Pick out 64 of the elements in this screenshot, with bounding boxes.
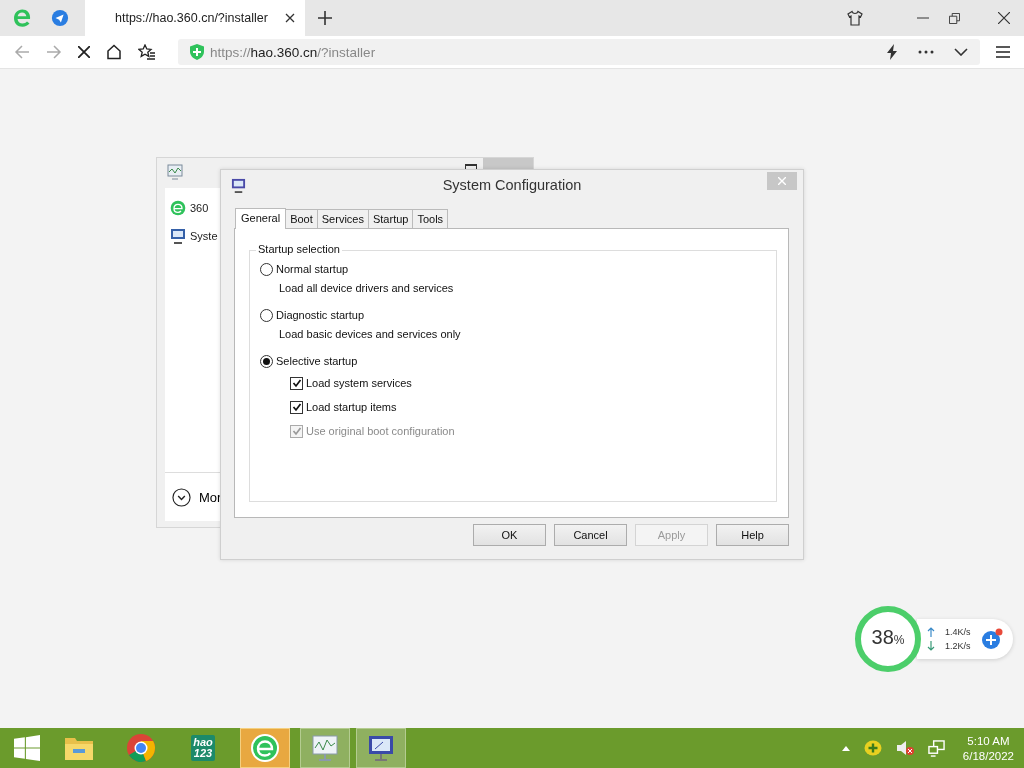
process-name[interactable]: Syste: [190, 230, 218, 242]
shirt-icon[interactable]: [847, 10, 863, 26]
browser-tab[interactable]: https://hao.360.cn/?installer: [85, 0, 305, 36]
expand-icon[interactable]: [172, 487, 191, 507]
address-bar[interactable]: https://hao.360.cn/?installer: [178, 39, 980, 65]
option-description: Load all device drivers and services: [278, 281, 455, 296]
favorites-icon[interactable]: [138, 44, 156, 60]
upload-speed: 1.4K/s: [945, 627, 971, 637]
show-hidden-icons-icon[interactable]: [841, 745, 850, 751]
radio-label[interactable]: Diagnostic startup: [276, 309, 365, 321]
browser-logo-icon: [170, 200, 186, 216]
dialog-button[interactable]: OK: [473, 524, 546, 546]
tab[interactable]: Startup: [367, 209, 414, 228]
checkbox-label[interactable]: Load startup items: [306, 401, 397, 413]
radio-label[interactable]: Selective startup: [276, 355, 358, 367]
radio-button[interactable]: [260, 354, 273, 368]
checkbox-label[interactable]: Load system services: [306, 377, 412, 389]
dialog-button[interactable]: Cancel: [554, 524, 627, 546]
close-icon: [778, 177, 786, 185]
radio-button[interactable]: [260, 308, 273, 322]
close-icon[interactable]: [998, 12, 1010, 24]
chrome-icon: [126, 733, 156, 763]
group-label: Startup selection: [256, 243, 342, 255]
browser-logo-icon: [250, 733, 280, 763]
window-title: System Configuration: [442, 177, 582, 193]
lightning-icon[interactable]: [886, 44, 898, 60]
start-icon[interactable]: [14, 735, 40, 761]
more-details-link[interactable]: Mor: [199, 489, 222, 505]
tab[interactable]: Tools: [412, 209, 449, 228]
dialog-button[interactable]: Help: [716, 524, 789, 546]
muted-speaker-icon[interactable]: [895, 740, 914, 756]
checkbox[interactable]: [290, 376, 303, 390]
checkbox[interactable]: [290, 400, 303, 414]
monitor-icon: [366, 734, 396, 762]
add-icon[interactable]: [980, 628, 1003, 650]
shield-plus-icon[interactable]: [863, 740, 882, 756]
process-name[interactable]: 360: [190, 202, 209, 214]
send-icon[interactable]: [51, 9, 69, 27]
network-icon[interactable]: [927, 739, 945, 757]
hao123-logo: hao 123: [191, 735, 215, 761]
taskbar-app[interactable]: [356, 728, 406, 768]
taskbar-app[interactable]: [300, 728, 350, 768]
home-icon[interactable]: [106, 44, 122, 60]
monitor-icon: [231, 177, 246, 193]
radio-label[interactable]: Normal startup: [276, 263, 349, 275]
upload-arrow-icon: [927, 627, 935, 637]
shield-icon: [190, 44, 204, 60]
chevron-down-icon[interactable]: [954, 48, 968, 56]
more-icon[interactable]: [918, 50, 934, 54]
download-arrow-icon: [927, 641, 935, 651]
menu-icon[interactable]: [996, 46, 1010, 58]
restore-icon[interactable]: [949, 12, 960, 24]
stop-icon[interactable]: [78, 46, 90, 58]
radio-button[interactable]: [260, 262, 273, 276]
tab[interactable]: General: [235, 208, 287, 229]
usage-ring[interactable]: 38%: [855, 606, 921, 672]
option-description: Load basic devices and services only: [278, 327, 462, 342]
new-tab-icon[interactable]: [318, 11, 332, 25]
monitor-chart-icon: [167, 164, 183, 180]
download-speed: 1.2K/s: [945, 641, 971, 651]
taskbar-app[interactable]: hao 123: [178, 728, 228, 768]
monitor-icon: [170, 228, 186, 244]
close-icon[interactable]: [285, 13, 295, 23]
monitor-chart-icon: [310, 734, 340, 762]
